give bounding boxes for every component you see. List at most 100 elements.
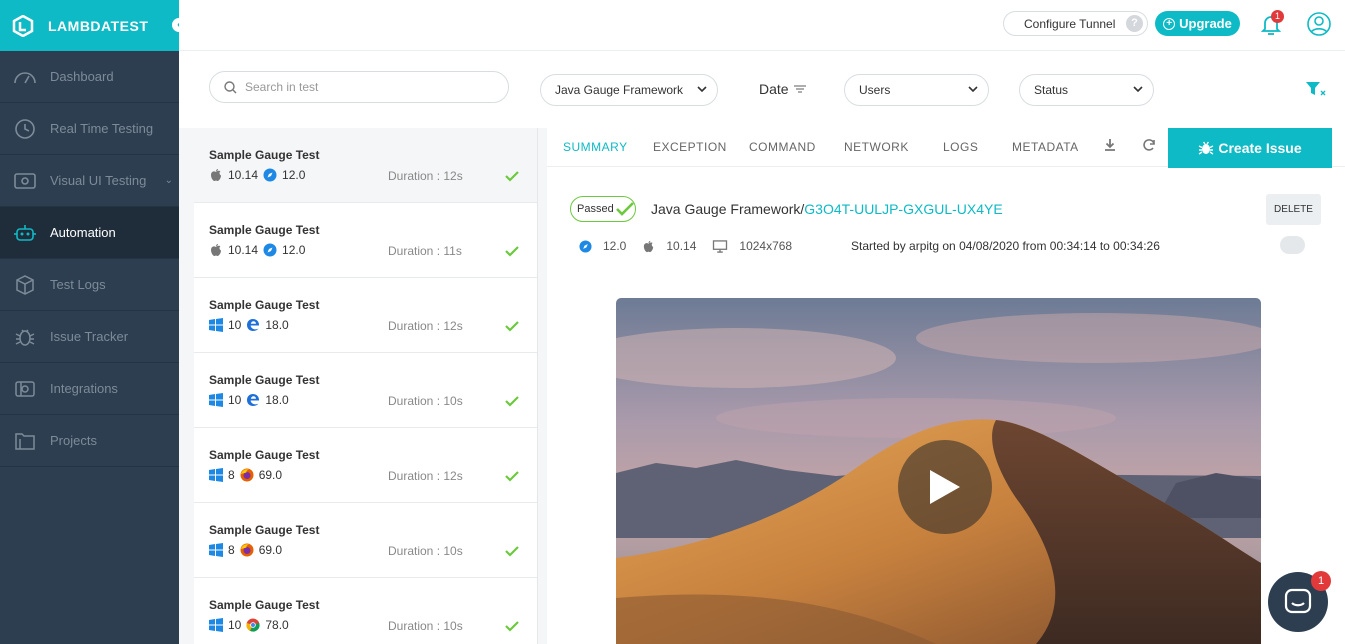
sidebar-item-issue-tracker[interactable]: Issue Tracker — [0, 311, 179, 363]
test-duration: Duration : 11s — [388, 244, 462, 258]
test-duration: Duration : 12s — [388, 169, 463, 183]
refresh-icon[interactable] — [1142, 138, 1156, 152]
eye-icon — [12, 170, 38, 192]
test-list-item[interactable]: Sample Gauge Test 8 69.0 Duration : 10s — [194, 503, 537, 578]
status-select[interactable]: Status — [1019, 74, 1154, 106]
os-version: 10 — [228, 393, 242, 407]
browser-version: 69.0 — [258, 543, 283, 557]
upgrade-label: Upgrade — [1179, 16, 1232, 31]
resolution: 1024x768 — [739, 239, 793, 253]
test-list-item[interactable]: Sample Gauge Test 10.14 12.0 Duration : … — [194, 203, 537, 278]
browser-version: 12.0 — [282, 243, 306, 257]
test-duration: Duration : 10s — [388, 544, 463, 558]
test-list-item[interactable]: Sample Gauge Test 10 78.0 Duration : 10s — [194, 578, 537, 644]
chevron-down-icon: ⌄ — [164, 175, 173, 186]
tab-logs[interactable]: LOGS — [943, 140, 978, 154]
status-select-value: Status — [1034, 83, 1069, 97]
framework-select[interactable]: Java Gauge Framework — [540, 74, 718, 106]
dashboard-icon — [12, 66, 38, 88]
test-list-item[interactable]: Sample Gauge Test 10 18.0 Duration : 10s — [194, 353, 537, 428]
configure-tunnel-button[interactable]: Configure Tunnel ? — [1003, 11, 1148, 36]
magnet-icon[interactable] — [1280, 236, 1305, 254]
upgrade-button[interactable]: + Upgrade — [1155, 11, 1240, 36]
sidebar-item-integrations[interactable]: Integrations — [0, 363, 179, 415]
sidebar-item-projects[interactable]: Projects — [0, 415, 179, 467]
test-duration: Duration : 10s — [388, 619, 463, 633]
sidebar-item-label: Dashboard — [50, 69, 114, 84]
test-name: Sample Gauge Test — [209, 523, 320, 537]
check-icon — [505, 471, 519, 482]
video-player[interactable] — [616, 298, 1261, 644]
download-icon[interactable] — [1103, 138, 1117, 152]
check-icon — [505, 171, 519, 182]
tab-summary[interactable]: SUMMARY — [563, 140, 628, 154]
os-version: 10.14 — [228, 243, 259, 257]
safari-icon — [263, 243, 277, 257]
firefox-icon — [240, 543, 254, 557]
notification-badge: 1 — [1271, 10, 1284, 23]
windows-icon — [209, 318, 223, 332]
play-button[interactable] — [898, 440, 992, 534]
sidebar-item-label: Visual UI Testing — [50, 173, 147, 188]
clear-filter-icon[interactable] — [1305, 81, 1327, 97]
clock-icon — [12, 118, 38, 140]
detail-tabs: SUMMARY EXCEPTION COMMAND NETWORK LOGS M… — [547, 128, 1345, 168]
create-issue-label: Create Issue — [1218, 140, 1302, 156]
user-avatar-icon[interactable] — [1307, 12, 1331, 36]
folder-icon — [12, 430, 38, 452]
delete-button[interactable]: DELETE — [1266, 194, 1321, 225]
windows-icon — [209, 618, 223, 632]
environment-info: 12.0 10.14 1024x768 — [579, 239, 808, 253]
test-duration: Duration : 12s — [388, 319, 463, 333]
search-icon — [224, 80, 237, 93]
safari-icon — [263, 168, 277, 182]
edge-icon — [247, 319, 260, 331]
tab-metadata[interactable]: METADATA — [1012, 140, 1079, 154]
integrations-icon — [12, 378, 38, 400]
chevron-down-icon — [1133, 86, 1143, 93]
os-version: 10.14 — [666, 239, 697, 253]
test-name: Sample Gauge Test — [209, 598, 320, 612]
test-list-item[interactable]: Sample Gauge Test 10.14 12.0 Duration : … — [194, 128, 537, 203]
sidebar-item-automation[interactable]: Automation — [0, 207, 179, 259]
test-detail-panel: SUMMARY EXCEPTION COMMAND NETWORK LOGS M… — [547, 128, 1345, 644]
date-sort[interactable]: Date — [759, 81, 807, 97]
tab-network[interactable]: NETWORK — [844, 140, 909, 154]
check-icon — [505, 621, 519, 632]
play-icon — [930, 470, 960, 504]
test-list-item[interactable]: Sample Gauge Test 10 18.0 Duration : 12s — [194, 278, 537, 353]
os-version: 10 — [228, 618, 242, 632]
test-name: Sample Gauge Test — [209, 223, 320, 237]
sidebar-item-dashboard[interactable]: Dashboard — [0, 51, 179, 103]
plus-circle-icon: + — [1163, 17, 1176, 30]
apple-icon — [211, 244, 221, 256]
tab-exception[interactable]: EXCEPTION — [653, 140, 727, 154]
windows-icon — [209, 543, 223, 557]
os-version: 10.14 — [228, 168, 259, 182]
sidebar-item-real-time-testing[interactable]: Real Time Testing — [0, 103, 179, 155]
users-select[interactable]: Users — [844, 74, 989, 106]
windows-icon — [209, 468, 223, 482]
search-box[interactable] — [209, 71, 509, 103]
test-list-item[interactable]: Sample Gauge Test 8 69.0 Duration : 12s — [194, 428, 537, 503]
browser-version: 18.0 — [265, 318, 289, 332]
os-version: 10 — [228, 318, 242, 332]
logo-bar[interactable]: LAMBDATEST ‹ — [0, 0, 188, 51]
test-id-link[interactable]: G3O4T-UULJP-GXGUL-UX4YE — [804, 201, 1002, 217]
tab-command[interactable]: COMMAND — [749, 140, 816, 154]
sidebar-item-label: Projects — [50, 433, 97, 448]
sidebar-item-test-logs[interactable]: Test Logs — [0, 259, 179, 311]
help-icon[interactable]: ? — [1126, 15, 1143, 32]
date-sort-label: Date — [759, 81, 789, 97]
robot-icon — [12, 222, 38, 244]
windows-icon — [209, 393, 223, 407]
test-list: Sample Gauge Test 10.14 12.0 Duration : … — [194, 128, 538, 644]
test-name: Sample Gauge Test — [209, 298, 320, 312]
test-name: Sample Gauge Test — [209, 148, 320, 162]
create-issue-button[interactable]: Create Issue — [1168, 128, 1332, 168]
chevron-down-icon — [968, 86, 978, 93]
safari-icon — [579, 239, 592, 253]
search-input[interactable] — [245, 80, 485, 94]
sidebar-item-visual-ui-testing[interactable]: Visual UI Testing ⌄ — [0, 155, 179, 207]
browser-version: 12.0 — [282, 168, 306, 182]
